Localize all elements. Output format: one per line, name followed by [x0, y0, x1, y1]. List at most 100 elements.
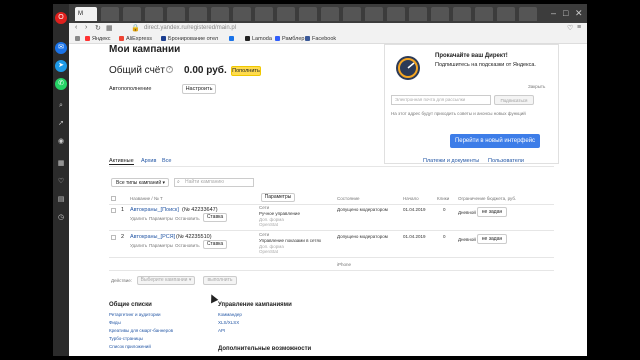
- tab-all[interactable]: Все: [162, 158, 171, 164]
- topup-button[interactable]: Пополнить: [231, 66, 261, 76]
- stake-button[interactable]: Ставка: [203, 213, 227, 222]
- bookmark-facebook[interactable]: Facebook: [305, 35, 336, 43]
- tab-7[interactable]: [211, 7, 229, 21]
- campaign-name-link[interactable]: Автокраны_[Поиск]: [130, 207, 179, 213]
- tab-15[interactable]: [387, 7, 405, 21]
- row-checkbox[interactable]: [111, 235, 116, 240]
- menu-icon[interactable]: ≡: [577, 24, 581, 31]
- campaign-type-select[interactable]: Все типы кампаний ▾: [111, 178, 169, 187]
- minimize-icon[interactable]: –: [551, 8, 556, 18]
- run-button[interactable]: выполнить: [203, 276, 237, 285]
- col-clicks[interactable]: Клики: [437, 196, 449, 201]
- params-button[interactable]: Параметры: [261, 193, 295, 202]
- tab-11[interactable]: [299, 7, 317, 21]
- promo-close-link[interactable]: Закрыть: [528, 84, 545, 89]
- stop-link[interactable]: Остановить: [175, 216, 200, 221]
- tab-5[interactable]: [167, 7, 185, 21]
- tab-archive[interactable]: Архив: [141, 158, 156, 164]
- params-link[interactable]: Параметры: [149, 216, 173, 221]
- params-link[interactable]: Параметры: [149, 243, 173, 248]
- bookmark-lamoda[interactable]: Lamoda: [245, 35, 272, 43]
- footer-link[interactable]: Коммандер: [218, 312, 242, 317]
- stake-button[interactable]: Ставка: [203, 240, 227, 249]
- bookmark-booking[interactable]: Бронирование отел: [161, 35, 218, 43]
- select-all-checkbox[interactable]: [111, 196, 116, 201]
- tab-16[interactable]: [409, 7, 427, 21]
- footer-link[interactable]: Список приложений: [109, 344, 151, 349]
- history-icon[interactable]: ◷: [55, 212, 67, 224]
- tab-20[interactable]: [497, 7, 515, 21]
- subscribe-button[interactable]: Подписаться: [494, 95, 534, 105]
- bookmark-mail[interactable]: [229, 35, 236, 43]
- tab-active-campaigns[interactable]: Активные: [109, 158, 134, 165]
- col-name[interactable]: Название / № Т: [130, 196, 163, 201]
- campaign-name-link[interactable]: Автокраны_[РСЯ]: [130, 234, 175, 240]
- url-field[interactable]: direct.yandex.ru/registered/main.pl: [144, 24, 544, 33]
- close-icon[interactable]: ✕: [575, 8, 583, 19]
- footer-link[interactable]: Ретаргетинг и аудитории: [109, 312, 161, 317]
- col-budget[interactable]: Ограничение бюджета, руб.: [458, 196, 516, 201]
- opera-logo-icon[interactable]: O: [55, 12, 67, 24]
- news-icon[interactable]: ▤: [55, 194, 67, 206]
- tab-3[interactable]: [123, 7, 141, 21]
- tab-18[interactable]: [453, 7, 471, 21]
- footer-link[interactable]: Креативы для смарт-баннеров: [109, 328, 173, 333]
- grid-view-icon[interactable]: ▦: [106, 24, 113, 32]
- stop-link[interactable]: Остановить: [175, 243, 200, 248]
- tab-active[interactable]: M: [75, 7, 97, 21]
- maximize-icon[interactable]: □: [563, 8, 568, 18]
- bookmark-aliexpress[interactable]: AliExpress: [119, 35, 152, 43]
- budget-value-button[interactable]: не задан: [477, 207, 507, 217]
- new-interface-button[interactable]: Перейти в новый интерфейс: [450, 134, 540, 148]
- telegram-icon[interactable]: ➤: [55, 60, 67, 72]
- row-divider: [109, 257, 554, 258]
- back-icon[interactable]: ‹: [75, 24, 77, 31]
- table-header-divider: [109, 204, 554, 205]
- promo-email-input[interactable]: Электронная почта для рассылки: [391, 95, 491, 105]
- tab-12[interactable]: [321, 7, 339, 21]
- col-start[interactable]: Начало: [403, 196, 419, 201]
- forward-icon[interactable]: ›: [85, 24, 87, 31]
- bookmark-apps[interactable]: [75, 35, 82, 43]
- messenger-icon[interactable]: ✉: [55, 42, 67, 54]
- delete-link[interactable]: Удалить: [130, 243, 147, 248]
- tab-14[interactable]: [365, 7, 383, 21]
- payments-link[interactable]: Платежи и документы: [423, 158, 479, 164]
- budget-value-button[interactable]: не задан: [477, 234, 507, 244]
- tab-21[interactable]: [519, 7, 537, 21]
- tab-4[interactable]: [145, 7, 163, 21]
- tab-13[interactable]: [343, 7, 361, 21]
- footer-link[interactable]: Турбо-страницы: [109, 336, 143, 341]
- info-icon[interactable]: ?: [166, 66, 173, 73]
- col-status[interactable]: Состояние: [337, 196, 359, 201]
- row-checkbox[interactable]: [111, 208, 116, 213]
- tab-17[interactable]: [431, 7, 449, 21]
- heart-icon[interactable]: ♡: [55, 176, 67, 188]
- camera-icon[interactable]: ◉: [55, 136, 67, 148]
- footer-link[interactable]: Фиды: [109, 320, 121, 325]
- footer-link[interactable]: API: [218, 328, 225, 333]
- send-icon[interactable]: ➚: [55, 118, 67, 130]
- campaign-search-input[interactable]: ⌕ Найти кампанию: [174, 178, 254, 187]
- reload-icon[interactable]: ↻: [95, 24, 101, 32]
- tab-10[interactable]: [277, 7, 295, 21]
- tab-9[interactable]: [255, 7, 273, 21]
- configure-button[interactable]: Настроить: [182, 84, 216, 94]
- heart-bookmark-icon[interactable]: ♡: [567, 24, 573, 32]
- mail-icon: [229, 35, 234, 41]
- delete-link[interactable]: Удалить: [130, 216, 147, 221]
- whatsapp-icon[interactable]: ✆: [55, 78, 67, 90]
- footer-link[interactable]: XLS/XLSX: [218, 320, 239, 325]
- users-link[interactable]: Пользователи: [488, 158, 524, 164]
- grid-icon[interactable]: ▦: [55, 158, 67, 170]
- tab-19[interactable]: [475, 7, 493, 21]
- tab-8[interactable]: [233, 7, 251, 21]
- search-icon[interactable]: ⌕: [55, 100, 67, 112]
- bookmark-rambler[interactable]: Рамблер: [275, 35, 305, 43]
- bulk-action-select[interactable]: Выберите кампании ▾: [137, 276, 195, 285]
- mouse-cursor-icon: [207, 292, 219, 304]
- tab-2[interactable]: [101, 7, 119, 21]
- tab-6[interactable]: [189, 7, 207, 21]
- campaign-mgmt-title: Управление кампаниями: [218, 302, 292, 308]
- bookmark-yandex[interactable]: Яндекс: [85, 35, 111, 43]
